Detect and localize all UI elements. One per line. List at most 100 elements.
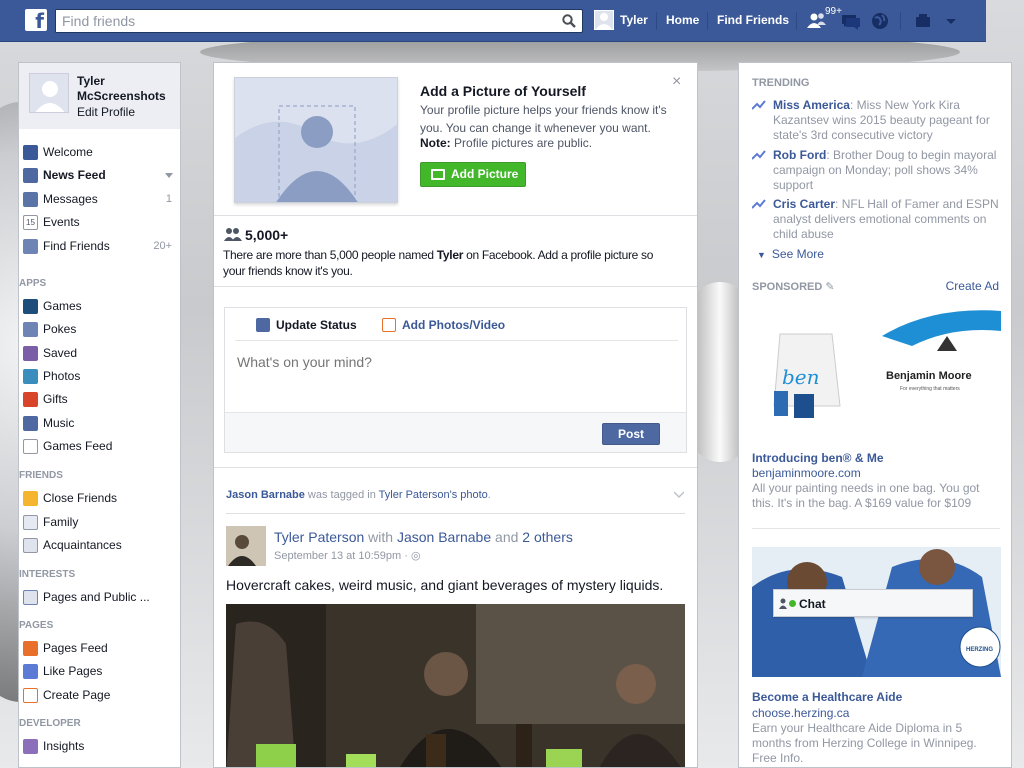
add-photos-video-tab[interactable]: Add Photos/Video <box>382 318 505 332</box>
see-more-link[interactable]: ▼ See More <box>757 247 824 261</box>
with-person-link[interactable]: Jason Barnabe <box>397 529 491 545</box>
facebook-logo[interactable]: f <box>25 9 47 33</box>
camera-icon <box>431 169 445 180</box>
status-composer: Update Status Add Photos/Video Post <box>224 307 687 453</box>
top-bar: f Tyler Home Find Friends 99+ <box>0 0 986 42</box>
photo-link[interactable]: photo <box>460 489 488 501</box>
add-picture-description: Your profile picture helps your friends … <box>420 103 667 135</box>
caret-down-icon: ▼ <box>757 250 766 260</box>
sidebar-item-events[interactable]: 15 Events <box>19 211 180 234</box>
sidebar-item-acquaintances[interactable]: Acquaintances <box>19 534 180 557</box>
post-timestamp[interactable]: September 13 at 10:59pm · ◎ <box>274 549 421 562</box>
sidebar-item-games-feed[interactable]: Games Feed <box>19 435 180 458</box>
megaphone-icon: ✎ <box>825 281 835 293</box>
post-text: Hovercraft cakes, weird music, and giant… <box>226 577 664 593</box>
sidebar-item-family[interactable]: Family <box>19 511 180 534</box>
sidebar-item-create-page[interactable]: Create Page <box>19 684 180 707</box>
create-ad-link[interactable]: Create Ad <box>946 279 999 293</box>
trending-item[interactable]: Rob Ford: Brother Doug to begin mayoral … <box>752 148 1002 193</box>
games-icon <box>23 299 38 314</box>
ad-url[interactable]: benjaminmoore.com <box>752 466 861 480</box>
add-picture-note: Note: Profile pictures are public. <box>420 136 593 150</box>
sidebar-item-news-feed[interactable]: News Feed <box>19 164 180 187</box>
home-link[interactable]: Home <box>666 13 699 27</box>
star-icon <box>23 491 38 506</box>
tagged-person-link[interactable]: Jason Barnabe <box>226 489 305 501</box>
update-status-tab[interactable]: Update Status <box>256 318 357 332</box>
search-input[interactable] <box>56 10 546 32</box>
poke-icon <box>23 322 38 337</box>
person-icon <box>779 598 787 609</box>
sidebar-item-pages-and-public[interactable]: Pages and Public ... <box>19 586 180 609</box>
ad-url[interactable]: choose.herzing.ca <box>752 706 849 720</box>
bookmark-icon <box>23 346 38 361</box>
sidebar-item-gifts[interactable]: Gifts <box>19 388 180 411</box>
sidebar-item-photos[interactable]: Photos <box>19 365 180 388</box>
close-icon[interactable]: × <box>672 73 681 91</box>
chat-bar[interactable]: Chat <box>773 589 973 617</box>
post-photo[interactable] <box>226 604 685 767</box>
music-icon <box>23 416 38 431</box>
post-author-link[interactable]: Tyler Paterson <box>274 529 364 545</box>
sidebar-item-pokes[interactable]: Pokes <box>19 318 180 341</box>
trending-item[interactable]: Cris Carter: NFL Hall of Famer and ESPN … <box>752 197 1002 242</box>
sidebar-item-saved[interactable]: Saved <box>19 342 180 365</box>
ad-title[interactable]: Introducing ben® & Me <box>752 451 884 465</box>
others-link[interactable]: 2 others <box>522 529 573 545</box>
sidebar-item-close-friends[interactable]: Close Friends <box>19 487 180 510</box>
find-friends-link[interactable]: Find Friends <box>717 13 789 27</box>
sidebar-item-insights[interactable]: Insights <box>19 735 180 758</box>
interests-section-title: INTERESTS <box>19 569 76 580</box>
messages-icon[interactable] <box>840 11 860 31</box>
profile-block: Tyler McScreenshots Edit Profile <box>19 63 180 129</box>
chevron-down-icon[interactable] <box>165 173 173 179</box>
game-controller-icon <box>23 439 38 454</box>
profile-link[interactable]: Tyler <box>620 13 648 27</box>
gift-icon <box>23 392 38 407</box>
profile-picture[interactable] <box>29 73 69 113</box>
ad-badge-text: HERZING <box>966 647 993 653</box>
photos-icon <box>23 369 38 384</box>
sidebar-item-welcome[interactable]: Welcome <box>19 141 180 164</box>
friends-section-title: FRIENDS <box>19 470 63 481</box>
notifications-globe-icon[interactable] <box>870 11 890 31</box>
edit-profile-link[interactable]: Edit Profile <box>77 105 135 119</box>
user-avatar[interactable] <box>594 10 614 30</box>
news-feed-column: Add a Picture of Yourself Your profile p… <box>213 62 698 768</box>
online-status-dot <box>789 600 796 607</box>
search-box <box>55 9 583 33</box>
ad-bag-text: ben <box>782 365 820 389</box>
create-page-icon <box>23 688 38 703</box>
list-icon <box>23 590 38 605</box>
profile-name[interactable]: Tyler McScreenshots <box>77 74 177 104</box>
sidebar-item-messages[interactable]: Messages 1 <box>19 188 180 211</box>
sponsored-title: SPONSORED ✎ <box>752 281 835 293</box>
people-description: There are more than 5,000 people named T… <box>223 248 654 278</box>
trending-arrow-icon <box>752 150 766 160</box>
apps-section-title: APPS <box>19 278 47 289</box>
sidebar-item-music[interactable]: Music <box>19 412 180 435</box>
photo-owner-link[interactable]: Tyler Paterson's <box>379 489 458 501</box>
ad-brand-text: Benjamin Moore <box>886 370 972 382</box>
trending-item[interactable]: Miss America: Miss New York Kira Kazants… <box>752 98 1002 143</box>
pencil-icon <box>256 318 270 332</box>
status-input[interactable] <box>237 354 637 370</box>
search-icon[interactable] <box>562 14 576 28</box>
ad-title[interactable]: Become a Healthcare Aide <box>752 690 902 704</box>
post-author-avatar[interactable] <box>226 526 266 566</box>
sponsored-ad-image[interactable]: Benjamin Moore For everything that matte… <box>752 306 1001 428</box>
friend-requests-icon[interactable] <box>807 11 827 31</box>
sidebar-item-games[interactable]: Games <box>19 295 180 318</box>
post-button[interactable]: Post <box>602 423 660 445</box>
sidebar-item-pages-feed[interactable]: Pages Feed <box>19 637 180 660</box>
ad-description: All your painting needs in one bag. You … <box>752 481 980 510</box>
privacy-shortcuts-icon[interactable] <box>913 11 933 31</box>
profile-picture-placeholder[interactable] <box>234 77 398 203</box>
trending-arrow-icon <box>752 199 766 209</box>
account-dropdown-chevron-icon[interactable] <box>941 11 961 31</box>
add-picture-button[interactable]: Add Picture <box>420 162 526 187</box>
sidebar-item-find-friends[interactable]: Find Friends 20+ <box>19 235 180 258</box>
sidebar-item-like-pages[interactable]: Like Pages <box>19 660 180 683</box>
family-icon <box>23 515 38 530</box>
story-options-chevron-icon[interactable] <box>674 491 684 499</box>
